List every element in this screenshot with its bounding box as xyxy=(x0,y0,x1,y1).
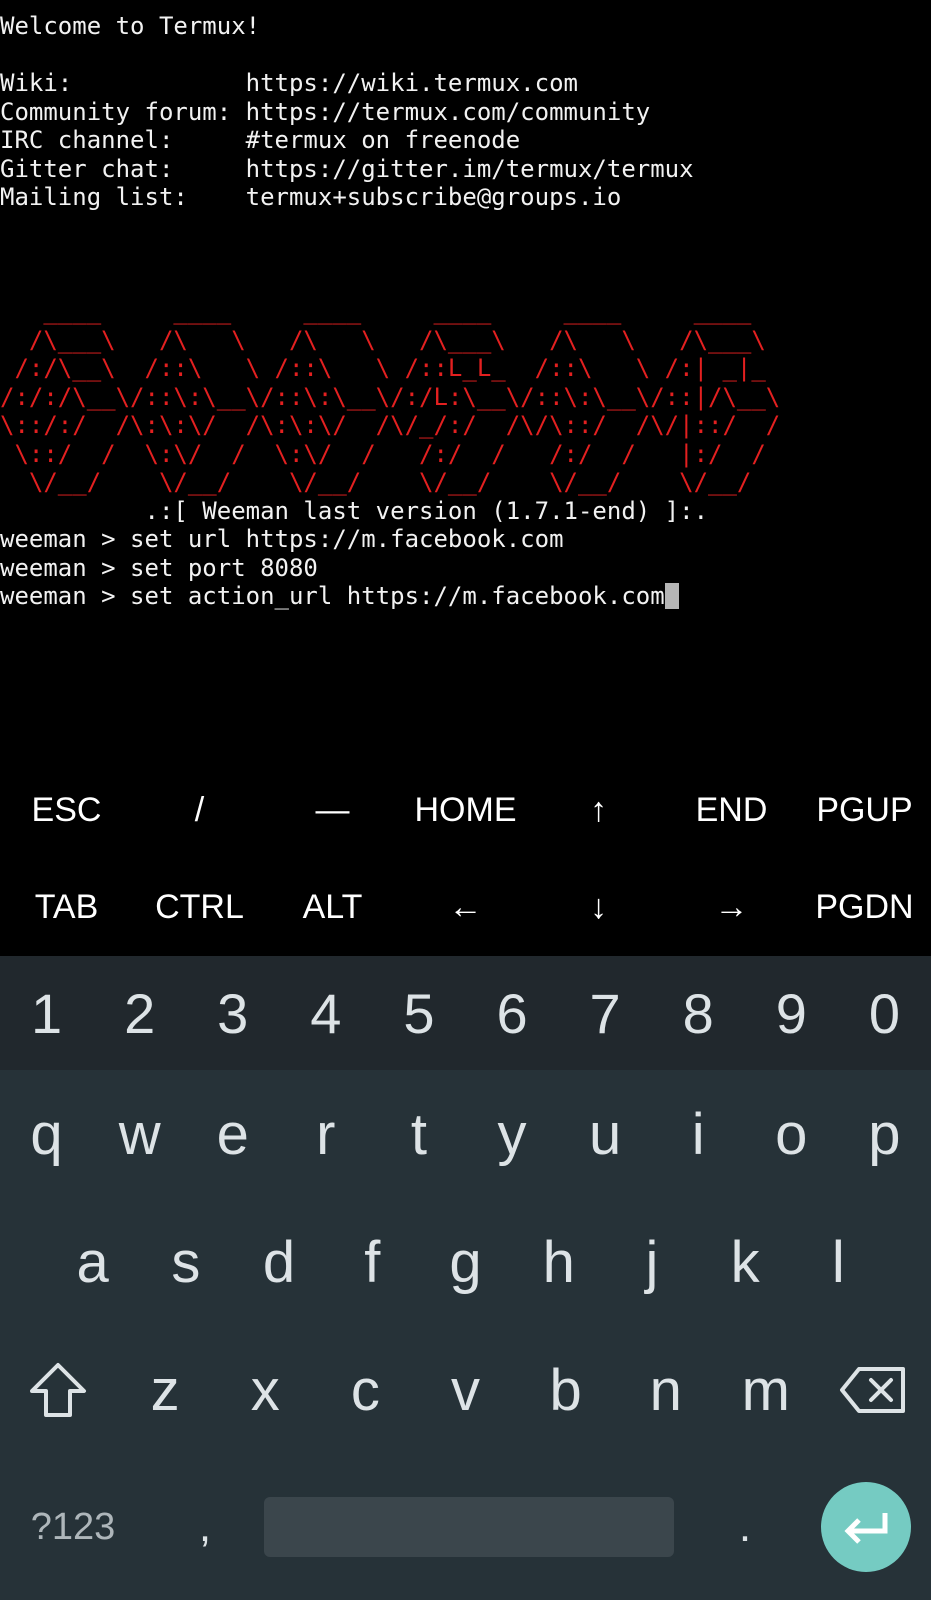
banner-line: \/__/ \/__/ \/__/ \/__/ \/__/ \/__/ xyxy=(0,468,752,496)
extra-keys-bar: ESC / — HOME ↑ END PGUP TAB CTRL ALT ← ↓… xyxy=(0,762,931,956)
alt-key[interactable]: ALT xyxy=(266,859,399,956)
period-key[interactable]: . xyxy=(674,1502,816,1552)
banner-line: ____ ____ ____ ____ ____ ____ xyxy=(0,297,766,325)
key-2[interactable]: 2 xyxy=(93,956,186,1070)
banner-line: \::/:/ /\:\:\/ /\:\:\/ /\/_/:/ /\/\::/ /… xyxy=(0,411,781,439)
row-bottom: ?123 , . xyxy=(0,1454,931,1600)
banner-line: /:/\__\ /::\ \ /::\ \ /::L_L_ /::\ \ /:|… xyxy=(0,354,766,382)
key-p[interactable]: p xyxy=(838,1070,931,1198)
terminal-line: Wiki: https://wiki.termux.com xyxy=(0,69,578,97)
key-w[interactable]: w xyxy=(93,1070,186,1198)
right-arrow-key[interactable]: → xyxy=(665,859,798,956)
key-u[interactable]: u xyxy=(559,1070,652,1198)
key-k[interactable]: k xyxy=(699,1198,792,1326)
version-line: .:[ Weeman last version (1.7.1-end) ]:. xyxy=(0,496,709,525)
enter-key[interactable] xyxy=(821,1482,911,1572)
key-3[interactable]: 3 xyxy=(186,956,279,1070)
space-bar[interactable] xyxy=(264,1497,674,1557)
backspace-key[interactable] xyxy=(816,1326,931,1454)
tab-key[interactable]: TAB xyxy=(0,859,133,956)
down-arrow-key[interactable]: ↓ xyxy=(532,859,665,956)
key-s[interactable]: s xyxy=(139,1198,232,1326)
enter-icon xyxy=(844,1513,888,1544)
dash-key[interactable]: — xyxy=(266,762,399,859)
terminal-line: Gitter chat: https://gitter.im/termux/te… xyxy=(0,154,694,183)
key-a[interactable]: a xyxy=(46,1198,139,1326)
key-o[interactable]: o xyxy=(745,1070,838,1198)
extra-keys-row-1: ESC / — HOME ↑ END PGUP xyxy=(0,762,931,859)
current-command-text: weeman > set action_url https://m.facebo… xyxy=(0,582,665,610)
key-g[interactable]: g xyxy=(419,1198,512,1326)
left-arrow-key[interactable]: ← xyxy=(399,859,532,956)
key-9[interactable]: 9 xyxy=(745,956,838,1070)
key-b[interactable]: b xyxy=(516,1326,616,1454)
command-line: weeman > set port 8080 xyxy=(0,553,318,582)
banner-line: \::/ / \:\/ / \:\/ / /:/ / /:/ / |:/ / xyxy=(0,439,766,468)
row-qwerty: q w e r t y u i o p xyxy=(0,1070,931,1198)
terminal-line: IRC channel: #termux on freenode xyxy=(0,126,521,154)
key-y[interactable]: y xyxy=(465,1070,558,1198)
key-r[interactable]: r xyxy=(279,1070,372,1198)
terminal-output[interactable]: Welcome to Termux! Wiki: https://wiki.te… xyxy=(0,12,931,611)
home-key[interactable]: HOME xyxy=(399,762,532,859)
motd: Welcome to Termux! Wiki: https://wiki.te… xyxy=(0,12,931,212)
key-n[interactable]: n xyxy=(616,1326,716,1454)
key-j[interactable]: j xyxy=(605,1198,698,1326)
weeman-ascii-banner: ____ ____ ____ ____ ____ ____ /\___\ /\ … xyxy=(0,297,931,497)
key-0[interactable]: 0 xyxy=(838,956,931,1070)
extra-keys-row-2: TAB CTRL ALT ← ↓ → PGDN xyxy=(0,859,931,956)
terminal-cursor xyxy=(664,583,679,609)
soft-keyboard: 1 2 3 4 5 6 7 8 9 0 q w e r t y u i o p … xyxy=(0,956,931,1600)
key-z[interactable]: z xyxy=(115,1326,215,1454)
row-asdf: a s d f g h j k l xyxy=(0,1198,931,1326)
key-m[interactable]: m xyxy=(716,1326,816,1454)
key-4[interactable]: 4 xyxy=(279,956,372,1070)
key-h[interactable]: h xyxy=(512,1198,605,1326)
comma-key[interactable]: , xyxy=(146,1502,264,1552)
pgdn-key[interactable]: PGDN xyxy=(798,859,931,956)
backspace-icon xyxy=(840,1367,906,1413)
key-i[interactable]: i xyxy=(652,1070,745,1198)
key-c[interactable]: c xyxy=(315,1326,415,1454)
end-key[interactable]: END xyxy=(665,762,798,859)
key-x[interactable]: x xyxy=(215,1326,315,1454)
key-v[interactable]: v xyxy=(415,1326,515,1454)
current-command-line[interactable]: weeman > set action_url https://m.facebo… xyxy=(0,582,931,611)
key-d[interactable]: d xyxy=(232,1198,325,1326)
key-8[interactable]: 8 xyxy=(652,956,745,1070)
shift-key[interactable] xyxy=(0,1326,115,1454)
terminal-line: Community forum: https://termux.com/comm… xyxy=(0,97,651,126)
key-6[interactable]: 6 xyxy=(465,956,558,1070)
key-l[interactable]: l xyxy=(792,1198,885,1326)
row-zxcv: z x c v b n m xyxy=(0,1326,931,1454)
pgup-key[interactable]: PGUP xyxy=(798,762,931,859)
key-7[interactable]: 7 xyxy=(559,956,652,1070)
key-5[interactable]: 5 xyxy=(372,956,465,1070)
banner-line: /:/:/\__\/::\:\__\/::\:\__\/:/L:\__\/::\… xyxy=(0,382,781,411)
number-row: 1 2 3 4 5 6 7 8 9 0 xyxy=(0,956,931,1070)
command-line: weeman > set url https://m.facebook.com xyxy=(0,525,564,553)
symbols-key[interactable]: ?123 xyxy=(0,1506,146,1549)
esc-key[interactable]: ESC xyxy=(0,762,133,859)
slash-key[interactable]: / xyxy=(133,762,266,859)
key-q[interactable]: q xyxy=(0,1070,93,1198)
terminal-line: Mailing list: termux+subscribe@groups.io xyxy=(0,183,622,211)
key-f[interactable]: f xyxy=(326,1198,419,1326)
terminal-line: Welcome to Termux! xyxy=(0,12,261,40)
key-t[interactable]: t xyxy=(372,1070,465,1198)
key-e[interactable]: e xyxy=(186,1070,279,1198)
shift-icon xyxy=(29,1363,86,1417)
up-arrow-key[interactable]: ↑ xyxy=(532,762,665,859)
banner-line: /\___\ /\ \ /\ \ /\___\ /\ \ /\___\ xyxy=(0,325,766,354)
key-1[interactable]: 1 xyxy=(0,956,93,1070)
ctrl-key[interactable]: CTRL xyxy=(133,859,266,956)
